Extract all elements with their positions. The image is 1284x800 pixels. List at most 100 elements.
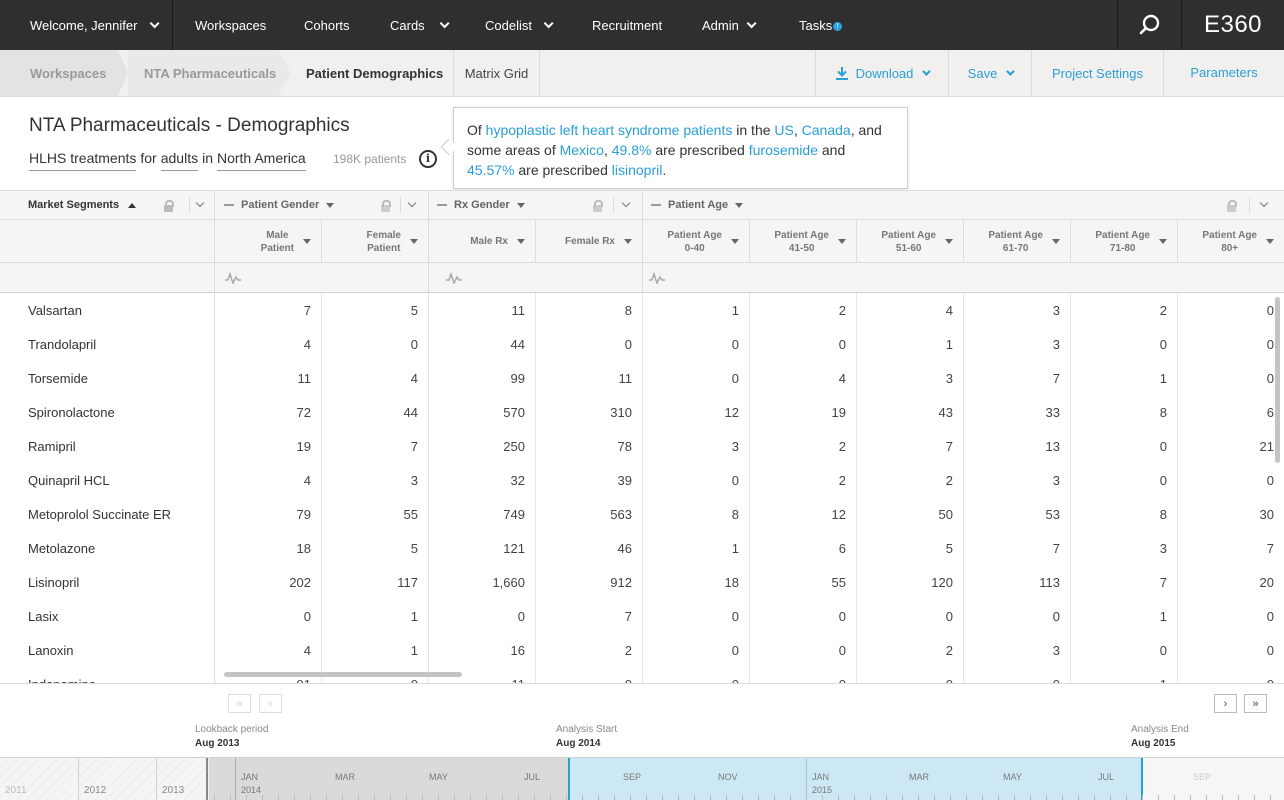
column-header[interactable]: Female Patient: [321, 220, 428, 263]
first-page-button[interactable]: «: [228, 694, 251, 713]
table-row[interactable]: Quinapril HCL 4 3 32 39 0 2 2 3 0 0: [0, 463, 1284, 497]
breadcrumb-project[interactable]: NTA Pharmaceuticals: [128, 50, 278, 96]
search-button[interactable]: [1117, 0, 1181, 50]
timeline-year[interactable]: 2011: [0, 758, 79, 800]
collapse-icon[interactable]: [224, 204, 234, 206]
sparkline-icon[interactable]: [649, 272, 665, 284]
unlock-icon[interactable]: [593, 200, 603, 212]
column-header[interactable]: Patient Age 71-80: [1070, 220, 1177, 263]
nav-codelist[interactable]: Codelist: [485, 0, 554, 50]
info-icon[interactable]: i: [419, 150, 437, 168]
unlock-icon[interactable]: [381, 200, 391, 212]
analysis-end-handle[interactable]: [1141, 758, 1143, 800]
sparkline-icon[interactable]: [446, 272, 462, 284]
nav-tasks[interactable]: Tasks!: [799, 0, 843, 50]
user-menu[interactable]: Welcome, Jennifer: [0, 0, 173, 50]
table-cell: 749: [503, 506, 525, 522]
table-row[interactable]: Metolazone 18 5 121 46 1 6 5 7 3 7: [0, 531, 1284, 565]
lookback-period-range[interactable]: [209, 758, 569, 800]
timeline-tick: [838, 795, 839, 800]
sparkline-icon[interactable]: [225, 272, 241, 284]
next-page-button[interactable]: ›: [1214, 694, 1237, 713]
save-button[interactable]: Save: [948, 50, 1031, 96]
unlock-icon[interactable]: [1227, 200, 1237, 212]
column-header[interactable]: Male Rx: [428, 220, 535, 263]
breadcrumb-workspaces[interactable]: Workspaces: [0, 50, 118, 96]
table-cell: 0: [1266, 370, 1274, 386]
matrix-grid-tab[interactable]: Matrix Grid: [453, 50, 540, 96]
column-header[interactable]: Female Rx: [535, 220, 642, 263]
row-label: Metolazone: [28, 540, 96, 556]
population-selector[interactable]: adults: [160, 150, 199, 171]
table-cell: 2: [945, 642, 953, 658]
column-header[interactable]: Patient Age 41-50: [749, 220, 856, 263]
tooltip-condition-link[interactable]: hypoplastic left heart syndrome patients: [486, 122, 733, 138]
group-rx-gender[interactable]: Rx Gender: [437, 191, 525, 219]
chevron-down-icon[interactable]: [1259, 198, 1269, 208]
table-row[interactable]: Lanoxin 4 1 16 2 0 0 2 3 0 0: [0, 633, 1284, 667]
table-cell: 79: [296, 506, 311, 522]
table-row[interactable]: Indapamine910110000010: [0, 667, 1284, 684]
column-header[interactable]: Patient Age 80+: [1177, 220, 1284, 263]
nav-cards[interactable]: Cards: [390, 0, 450, 50]
nav-admin[interactable]: Admin: [702, 0, 757, 50]
table-row[interactable]: Metoprolol Succinate ER 79 55 749 563 8 12 50 53…: [0, 497, 1284, 531]
column-header[interactable]: Male Patient: [214, 220, 321, 263]
table-row[interactable]: Lasix 0 1 0 7 0 0 0 0 1 0: [0, 599, 1284, 633]
parameters-button[interactable]: Parameters: [1163, 50, 1284, 96]
timeline-year[interactable]: 2012: [79, 758, 157, 800]
project-settings-button[interactable]: Project Settings: [1031, 50, 1163, 96]
collapse-icon[interactable]: [437, 204, 447, 206]
brand-logo[interactable]: E360: [1181, 0, 1284, 50]
group-patient-gender[interactable]: Patient Gender: [224, 191, 335, 219]
welcome-label: Welcome, Jennifer: [30, 17, 138, 33]
nav-cohorts[interactable]: Cohorts: [304, 0, 350, 50]
table-row[interactable]: Lisinopril 202 117 1,660 912 18 55 120 113 7 20: [0, 565, 1284, 599]
group-label: Patient Gender: [241, 199, 320, 211]
cohort-selector[interactable]: HLHS treatments: [29, 150, 137, 171]
table-row[interactable]: Ramipril 19 7 250 78 3 2 7 13 0 21: [0, 429, 1284, 463]
tooltip-text: are prescribed: [651, 142, 749, 158]
download-button[interactable]: Download: [815, 50, 948, 96]
vertical-scrollbar[interactable]: [1275, 297, 1280, 463]
sort-dropdown-icon: [1052, 239, 1060, 244]
tooltip-drug-link[interactable]: lisinopril: [612, 162, 663, 178]
last-page-button[interactable]: »: [1244, 694, 1267, 713]
market-segments-header[interactable]: Market Segments: [28, 191, 137, 219]
tooltip-text: are prescribed: [514, 162, 612, 178]
chevron-down-icon[interactable]: [407, 198, 417, 208]
timeline-year[interactable]: 2013: [157, 758, 208, 800]
horizontal-scrollbar[interactable]: [224, 672, 462, 677]
table-cell: 18: [296, 540, 311, 556]
chevron-down-icon[interactable]: [195, 198, 205, 208]
nav-recruitment[interactable]: Recruitment: [592, 0, 662, 50]
chevron-down-icon[interactable]: [621, 198, 631, 208]
divider: [642, 191, 643, 220]
lock-icon[interactable]: [164, 200, 174, 212]
column-header[interactable]: Patient Age 0-40: [642, 220, 749, 263]
table-row[interactable]: Valsartan 7 5 11 8 1 2 4 3 2 0: [0, 293, 1284, 327]
table-cell: 19: [831, 404, 846, 420]
tooltip-country-link[interactable]: Canada: [802, 122, 851, 138]
column-header-label: Patient Age 71-80: [1095, 229, 1150, 255]
group-patient-age[interactable]: Patient Age: [651, 191, 744, 219]
tooltip-drug-link[interactable]: furosemide: [749, 142, 818, 158]
collapse-icon[interactable]: [651, 204, 661, 206]
table-row[interactable]: Torsemide 11 4 99 11 0 4 3 7 1 0: [0, 361, 1284, 395]
previous-page-button[interactable]: ‹: [259, 694, 282, 713]
table-row[interactable]: Trandolapril 4 0 44 0 0 0 1 3 0 0: [0, 327, 1284, 361]
nav-workspaces[interactable]: Workspaces: [195, 0, 266, 50]
column-header[interactable]: Patient Age 51-60: [856, 220, 963, 263]
month-label: JUL: [1098, 772, 1115, 782]
analysis-start-handle[interactable]: [568, 758, 570, 800]
row-label: Spironolactone: [28, 404, 115, 420]
tooltip-country-link[interactable]: US: [774, 122, 793, 138]
table-cell: 0: [1266, 472, 1274, 488]
timeline-slider[interactable]: 2011 2012 2013 JAN 2014 MAR MAY JUL SEP …: [0, 757, 1284, 800]
table-cell: 0: [731, 336, 739, 352]
analysis-period-range[interactable]: [569, 758, 1142, 800]
column-header[interactable]: Patient Age 61-70: [963, 220, 1070, 263]
table-row[interactable]: Spironolactone 72 44 570 310 12 19 43 33 8 6: [0, 395, 1284, 429]
tooltip-country-link[interactable]: Mexico: [560, 142, 604, 158]
region-selector[interactable]: North America: [216, 150, 306, 171]
